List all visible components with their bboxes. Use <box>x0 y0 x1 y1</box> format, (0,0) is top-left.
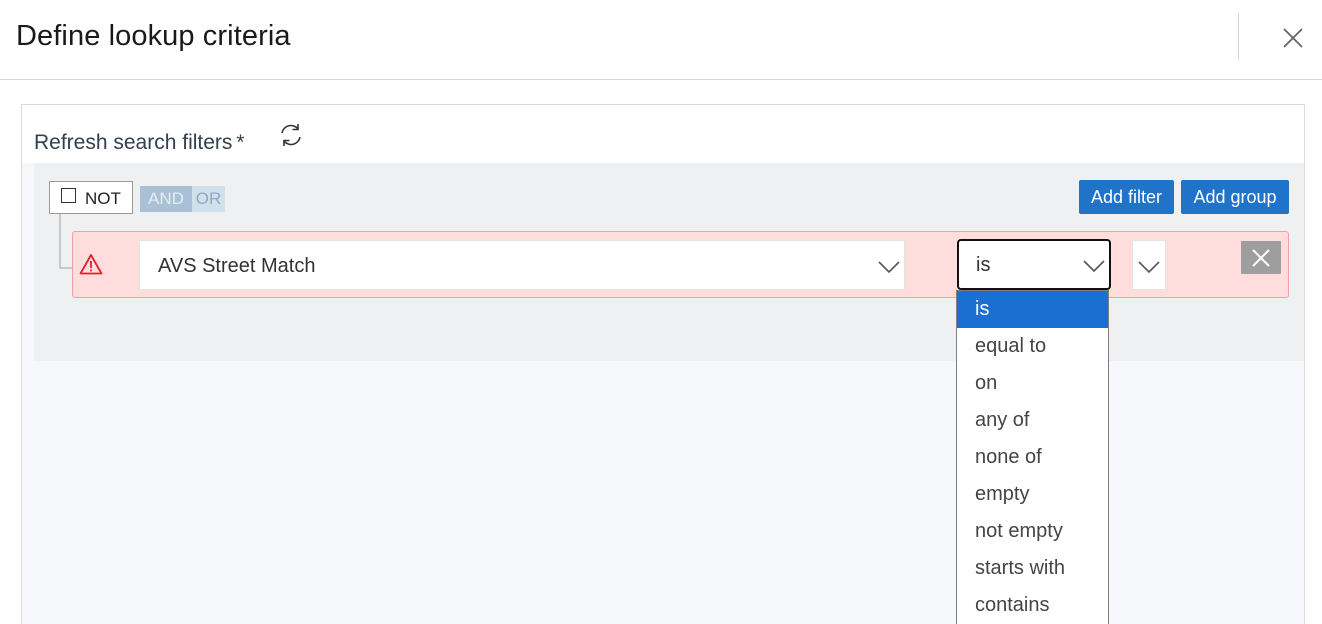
operator-option[interactable]: any of <box>957 402 1108 439</box>
or-button[interactable]: OR <box>192 186 225 212</box>
operator-select[interactable]: is <box>957 239 1111 290</box>
tree-connector-branch <box>59 267 73 269</box>
filter-group: NOT AND OR Add filter Add group AVS Stre… <box>34 163 1304 361</box>
add-group-button[interactable]: Add group <box>1181 180 1289 214</box>
field-select[interactable]: AVS Street Match <box>139 240 905 290</box>
close-icon <box>1283 28 1303 48</box>
criteria-panel: Refresh search filters * NOT AND OR Add f… <box>21 104 1305 624</box>
operator-option[interactable]: contains <box>957 587 1108 624</box>
operator-option[interactable]: none of <box>957 439 1108 476</box>
warning-icon <box>79 254 103 275</box>
operator-option[interactable]: starts with <box>957 550 1108 587</box>
operator-dropdown-list: is equal to on any of none of empty not … <box>956 290 1109 624</box>
field-select-value: AVS Street Match <box>158 255 316 277</box>
operator-select-value: is <box>976 254 991 276</box>
refresh-button[interactable] <box>277 121 305 149</box>
refresh-icon <box>281 124 301 146</box>
required-marker: * <box>236 131 245 154</box>
filter-row: AVS Street Match is <box>72 231 1289 298</box>
close-button[interactable] <box>1276 21 1310 55</box>
remove-filter-button[interactable] <box>1241 241 1281 274</box>
chevron-down-icon <box>878 261 900 274</box>
operator-option[interactable]: is <box>957 291 1108 328</box>
refresh-filters-text: Refresh search filters <box>34 131 233 154</box>
not-label: NOT <box>85 188 121 208</box>
panel-header: Refresh search filters * <box>22 105 1304 163</box>
operator-option[interactable]: not empty <box>957 513 1108 550</box>
chevron-down-icon <box>1138 261 1160 274</box>
tree-connector <box>59 214 61 269</box>
chevron-down-icon <box>1083 260 1105 273</box>
operator-option[interactable]: on <box>957 365 1108 402</box>
value-select[interactable] <box>1132 240 1166 290</box>
refresh-filters-label: Refresh search filters * <box>34 131 245 155</box>
operator-option[interactable]: equal to <box>957 328 1108 365</box>
operator-option[interactable]: empty <box>957 476 1108 513</box>
dialog-title: Define lookup criteria <box>16 20 291 52</box>
checkbox-icon <box>61 188 76 203</box>
header-divider <box>1238 13 1239 60</box>
dialog-header: Define lookup criteria <box>0 0 1322 80</box>
remove-icon <box>1252 248 1270 267</box>
add-filter-button[interactable]: Add filter <box>1079 180 1174 214</box>
and-button[interactable]: AND <box>140 186 192 212</box>
not-toggle[interactable]: NOT <box>49 181 133 214</box>
